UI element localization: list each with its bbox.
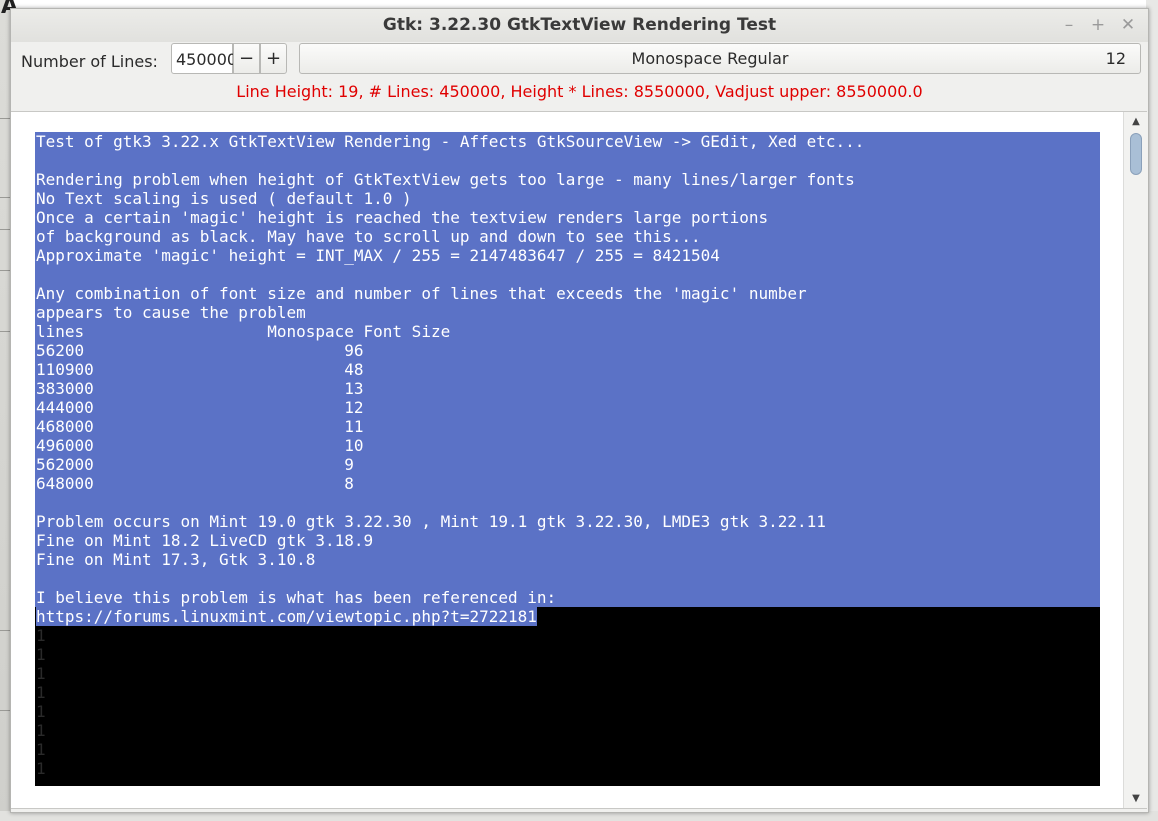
text-line: Rendering problem when height of GtkText…: [36, 170, 855, 189]
status-label: Line Height: 19, # Lines: 450000, Height…: [236, 82, 923, 101]
font-size-label: 12: [1105, 49, 1126, 68]
background-desktop-left: A: [0, 0, 18, 821]
text-line: appears to cause the problem: [36, 303, 306, 322]
decrement-button[interactable]: −: [233, 43, 260, 74]
text-line: 110900 48: [36, 360, 364, 379]
toolbar: Number of Lines: 450000 − + Monospace Re…: [11, 42, 1148, 82]
background-divider: [0, 270, 10, 271]
render-gap: [35, 786, 1100, 790]
text-line: 1: [36, 626, 46, 645]
text-line: 1: [36, 740, 46, 759]
text-line: I believe this problem is what has been …: [36, 588, 557, 607]
text-line: 1: [36, 664, 46, 683]
text-scroll-area[interactable]: Test of gtk3 3.22.x GtkTextView Renderin…: [11, 111, 1148, 809]
text-line: No Text scaling is used ( default 1.0 ): [36, 189, 412, 208]
selected-url-text: https://forums.linuxmint.com/viewtopic.p…: [36, 607, 537, 626]
background-divider: [0, 331, 10, 332]
font-chooser-button[interactable]: Monospace Regular 12: [299, 43, 1141, 74]
number-of-lines-input[interactable]: 450000: [171, 43, 237, 74]
background-divider: [0, 630, 10, 631]
text-line: 383000 13: [36, 379, 364, 398]
title-bar[interactable]: Gtk: 3.22.30 GtkTextView Rendering Test …: [11, 9, 1148, 42]
text-line: Problem occurs on Mint 19.0 gtk 3.22.30 …: [36, 512, 826, 531]
text-line: 1: [36, 721, 46, 740]
text-line: 56200 96: [36, 341, 364, 360]
text-line: of background as black. May have to scro…: [36, 227, 701, 246]
text-line: 1: [36, 759, 46, 778]
text-line: 468000 11: [36, 417, 364, 436]
background-divider: [0, 229, 10, 230]
background-divider: [0, 710, 10, 711]
number-of-lines-label: Number of Lines:: [21, 52, 158, 71]
text-line: 1: [36, 645, 46, 664]
text-line: 562000 9: [36, 455, 354, 474]
text-line: 1: [36, 702, 46, 721]
text-lines: Test of gtk3 3.22.x GtkTextView Renderin…: [36, 132, 864, 778]
text-line: [36, 493, 864, 512]
font-name-label: Monospace Regular: [631, 49, 789, 68]
scroll-up-arrow-icon[interactable]: ▲: [1124, 116, 1148, 127]
text-line: Fine on Mint 17.3, Gtk 3.10.8: [36, 550, 316, 569]
text-line: [36, 569, 864, 588]
background-divider: [0, 118, 10, 119]
background-divider: [0, 197, 10, 198]
maximize-button[interactable]: +: [1089, 16, 1107, 34]
text-line: [36, 265, 864, 284]
text-line: [36, 151, 864, 170]
increment-button[interactable]: +: [260, 43, 287, 74]
vertical-scrollbar[interactable]: ▲ ▼: [1123, 112, 1148, 808]
text-line: https://forums.linuxmint.com/viewtopic.p…: [36, 607, 864, 626]
text-line: Test of gtk3 3.22.x GtkTextView Renderin…: [36, 132, 865, 151]
text-line: 648000 8: [36, 474, 354, 493]
text-line: Once a certain 'magic' height is reached…: [36, 208, 769, 227]
scrollbar-thumb[interactable]: [1130, 133, 1142, 175]
app-window: Gtk: 3.22.30 GtkTextView Rendering Test …: [10, 8, 1149, 813]
text-line: 444000 12: [36, 398, 364, 417]
minimize-button[interactable]: –: [1060, 16, 1078, 34]
text-line: lines Monospace Font Size: [36, 322, 451, 341]
scroll-down-arrow-icon[interactable]: ▼: [1124, 793, 1148, 804]
text-line: Approximate 'magic' height = INT_MAX / 2…: [36, 246, 720, 265]
close-button[interactable]: ✕: [1119, 16, 1137, 34]
text-line: 496000 10: [36, 436, 364, 455]
text-line: Any combination of font size and number …: [36, 284, 807, 303]
text-line: 1: [36, 683, 46, 702]
window-title: Gtk: 3.22.30 GtkTextView Rendering Test: [382, 15, 777, 35]
text-view[interactable]: Test of gtk3 3.22.x GtkTextView Renderin…: [35, 132, 1100, 786]
text-line: Fine on Mint 18.2 LiveCD gtk 3.18.9: [36, 531, 374, 550]
